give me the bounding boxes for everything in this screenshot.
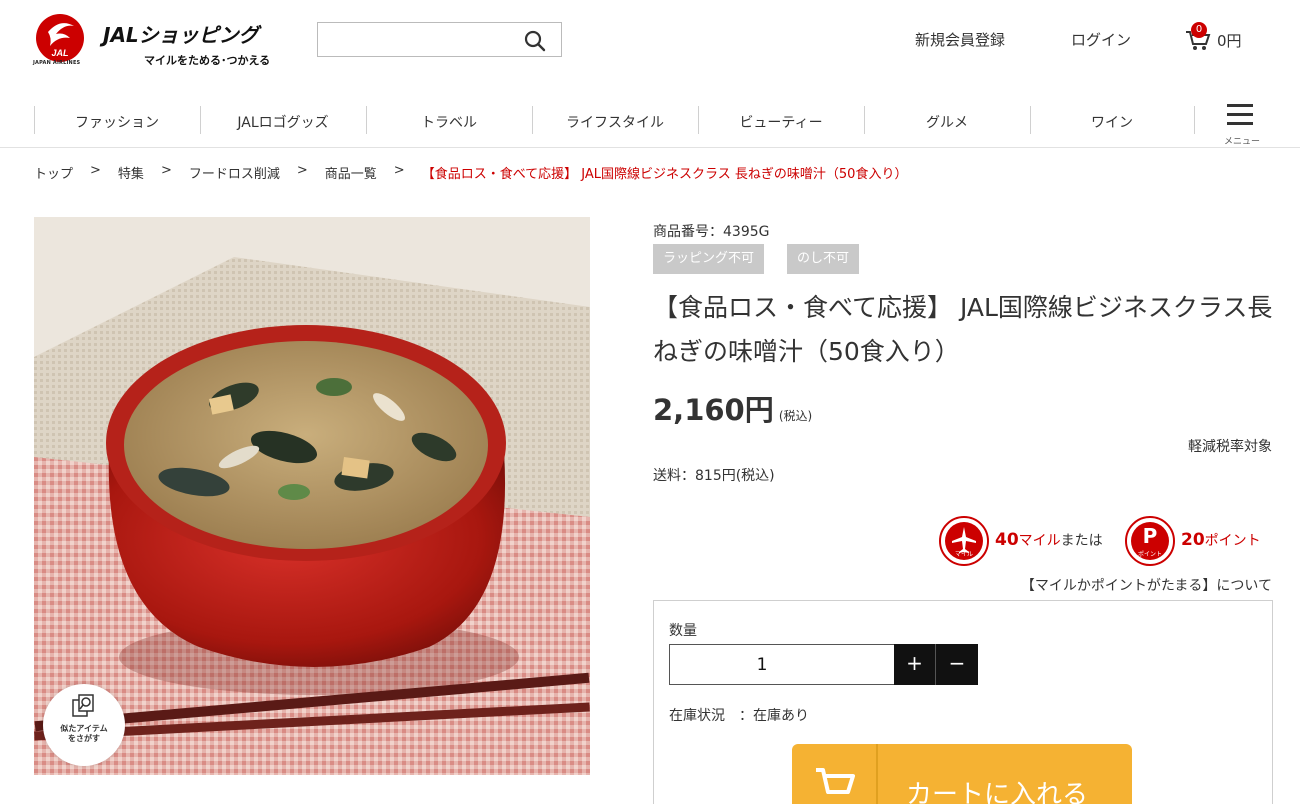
mile-value: 40 <box>995 530 1019 550</box>
jal-crane-logo-icon[interactable]: JAL <box>34 12 86 64</box>
breadcrumb-separator: > <box>296 163 308 178</box>
add-cart-icon-area <box>792 744 878 804</box>
add-to-cart-label: カートに入れる <box>906 780 1089 804</box>
point-value: 20 <box>1181 530 1205 550</box>
breadcrumb-food-loss[interactable]: フードロス削減 <box>189 163 280 182</box>
price-tax-note: (税込) <box>778 409 813 423</box>
breadcrumb-product-list[interactable]: 商品一覧 <box>325 163 377 182</box>
no-wrapping-badge: ラッピング不可 <box>653 244 765 274</box>
login-link[interactable]: ログイン <box>1071 29 1131 50</box>
nav-item-fashion[interactable]: ファッション <box>34 96 200 148</box>
nav-item-lifestyle[interactable]: ライフスタイル <box>532 96 698 148</box>
no-noshi-badge: のし不可 <box>787 244 860 274</box>
site-tagline: マイルをためる･つかえる <box>144 54 271 67</box>
point-icon-caption: ポイント <box>1137 551 1162 558</box>
point-unit: ポイント <box>1204 533 1261 549</box>
quantity-label: 数量 <box>669 623 697 639</box>
quantity-plus-button[interactable]: + <box>894 644 936 685</box>
quantity-minus-button[interactable]: − <box>936 644 978 685</box>
mile-earn-text: 40マイルまたは <box>995 530 1103 550</box>
product-price: 2,160円 (税込) <box>653 387 812 429</box>
nav-item-jal-goods[interactable]: JALロゴグッズ <box>200 96 366 148</box>
breadcrumb: トップ > 特集 > フードロス削減 > 商品一覧 > 【食品ロス・食べて応援】… <box>34 163 907 182</box>
point-earn-text: 20ポイント <box>1181 530 1261 550</box>
similar-search-icon <box>72 694 94 717</box>
menu-label: メニュー <box>1224 137 1261 147</box>
cart-count-badge: 0 <box>1191 22 1207 38</box>
site-header: JAL JAPAN AIRLINES JALショッピング マイルをためる･つかえ… <box>0 0 1300 90</box>
menu-button[interactable]: メニュー <box>1222 102 1268 147</box>
logo-airline-text: JAPAN AIRLINES <box>33 60 81 66</box>
breadcrumb-separator: > <box>90 163 101 178</box>
point-badge: P ポイント <box>1125 516 1175 566</box>
add-to-cart-button[interactable]: カートに入れる <box>792 744 1132 804</box>
mile-badge: マイル <box>939 516 989 566</box>
nav-item-wine[interactable]: ワイン <box>1030 96 1194 148</box>
cart-amount: 0円 <box>1217 32 1242 50</box>
mile-icon-caption: マイル <box>954 551 973 558</box>
stock-status: 在庫状況 ：在庫あり <box>669 708 809 724</box>
search-input[interactable] <box>318 23 518 56</box>
product-code: 商品番号：4395G <box>653 224 770 240</box>
breadcrumb-top[interactable]: トップ <box>34 163 73 182</box>
quantity-input[interactable] <box>669 644 895 685</box>
breadcrumb-separator: > <box>160 163 172 178</box>
breadcrumb-separator: > <box>393 163 405 178</box>
similar-items-label: 似たアイテム をさがす <box>60 724 108 743</box>
breadcrumb-feature[interactable]: 特集 <box>118 163 144 182</box>
category-nav: ファッション JALロゴグッズ トラベル ライフスタイル ビューティー グルメ … <box>0 96 1300 148</box>
miles-points-row: マイル 40マイルまたは P ポイント 20ポイント <box>939 516 1272 566</box>
shipping-fee: 送料：815円(税込) <box>653 468 775 484</box>
point-p-icon: P <box>1142 524 1158 548</box>
mile-unit: マイル <box>1018 533 1061 549</box>
breadcrumb-current: 【食品ロス・食べて応援】 JAL国際線ビジネスクラス 長ねぎの味噌汁（50食入り… <box>421 167 908 182</box>
nav-item-beauty[interactable]: ビューティー <box>698 96 864 148</box>
nav-item-gourmet[interactable]: グルメ <box>864 96 1030 148</box>
logo-brand-text: JAL <box>51 48 68 58</box>
nav-divider <box>1194 106 1195 134</box>
search-box <box>317 22 562 57</box>
about-miles-link[interactable]: 【マイルかポイントがたまる】について <box>1021 575 1272 595</box>
register-link[interactable]: 新規会員登録 <box>915 29 1005 50</box>
reduced-tax-note: 軽減税率対象 <box>1188 439 1272 455</box>
miso-soup-photo <box>34 217 590 775</box>
price-value: 2,160円 <box>653 393 774 427</box>
product-title: 【食品ロス・食べて応援】 JAL国際線ビジネスクラス長ねぎの味噌汁（50食入り） <box>653 293 1273 366</box>
header-cart[interactable]: 0 0円 <box>1184 22 1254 56</box>
search-icon[interactable] <box>523 29 547 53</box>
product-image[interactable] <box>34 217 590 775</box>
cart-icon <box>816 768 855 794</box>
site-logo-title[interactable]: JALショッピング <box>103 19 259 48</box>
or-connector: または <box>1060 533 1103 549</box>
nav-item-travel[interactable]: トラベル <box>366 96 532 148</box>
similar-items-button[interactable]: 似たアイテム をさがす <box>43 684 125 766</box>
